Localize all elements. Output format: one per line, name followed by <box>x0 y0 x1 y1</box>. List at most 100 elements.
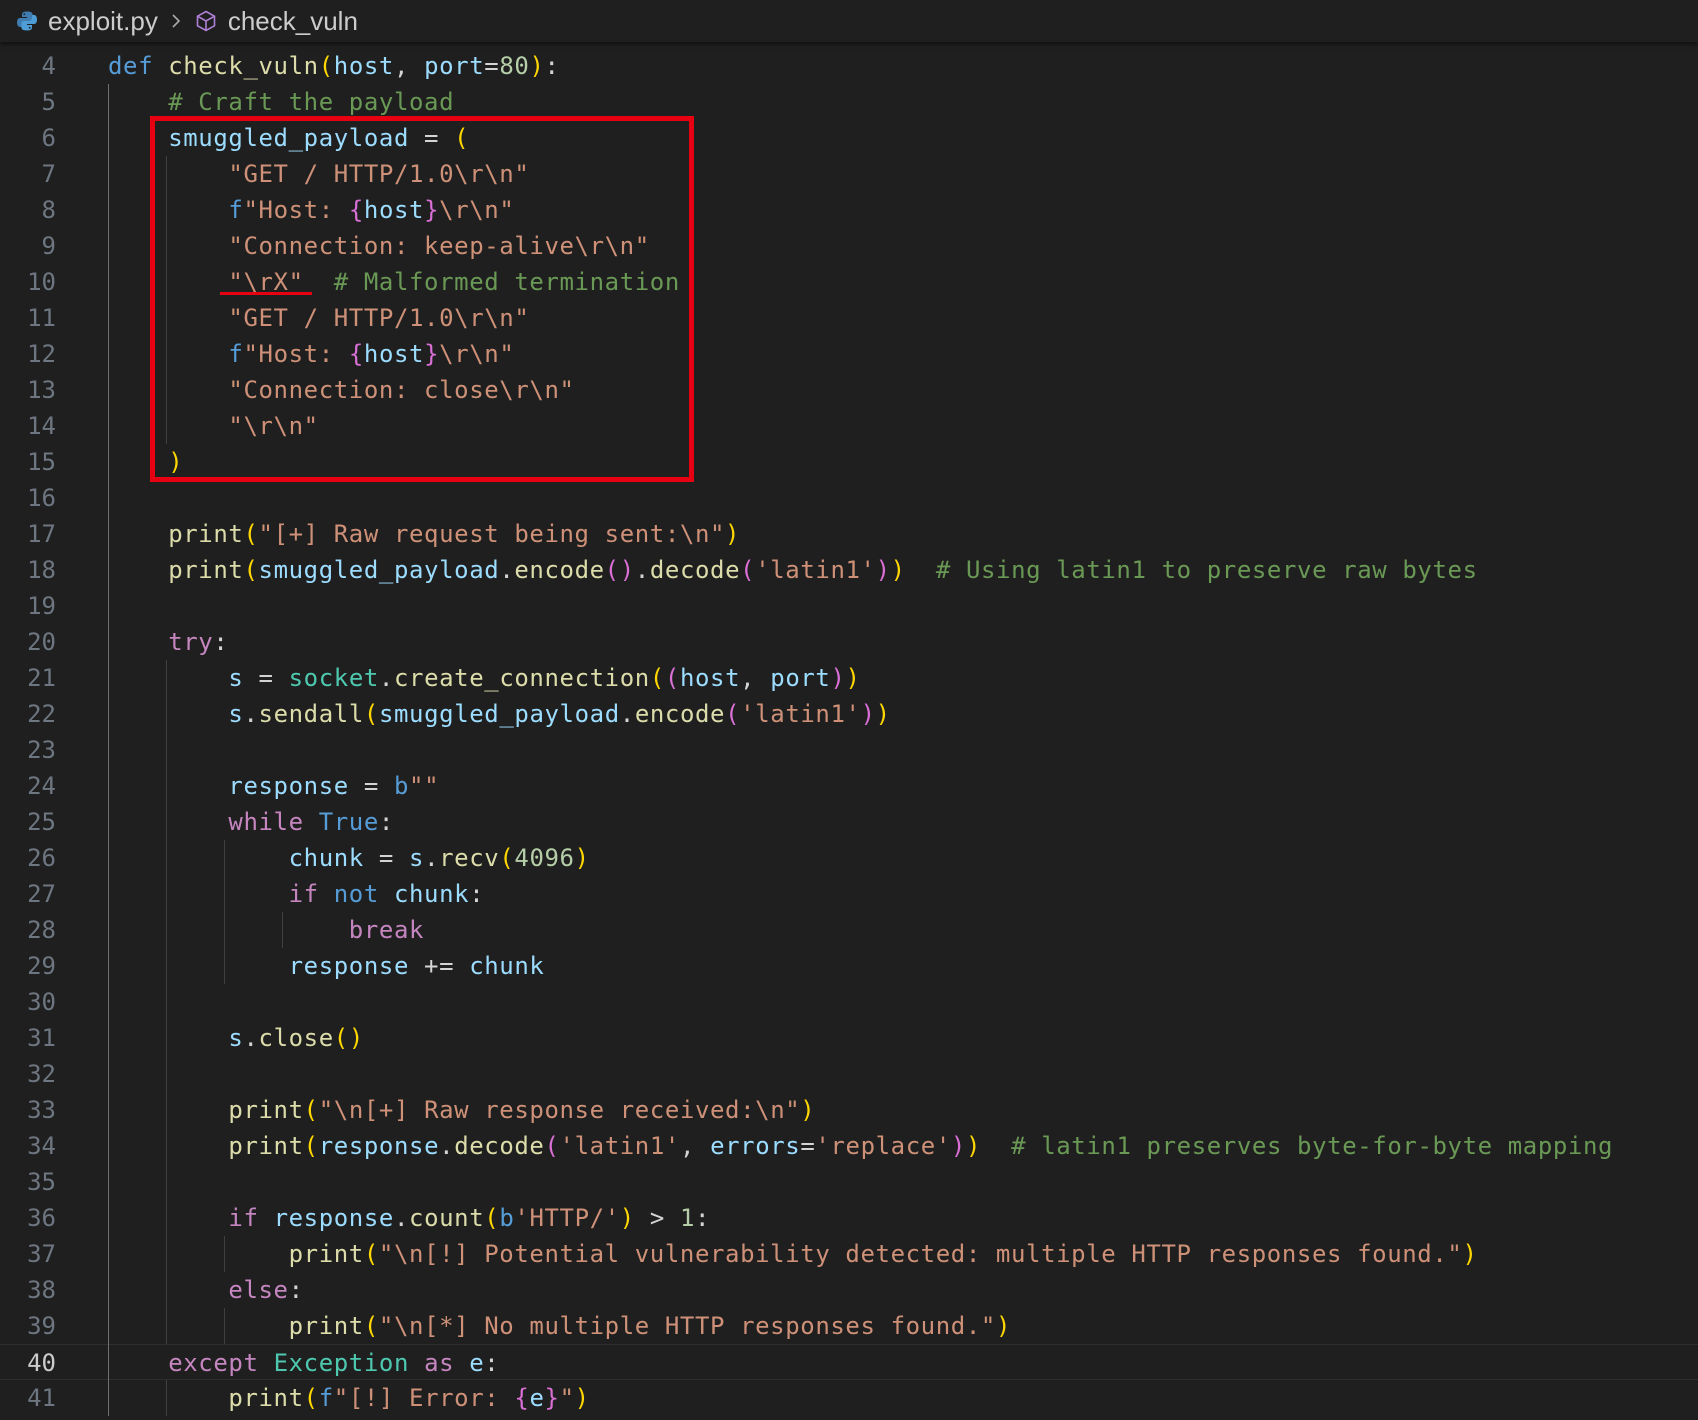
code-text[interactable]: response = b"" <box>108 768 439 804</box>
code-token: chunk <box>393 880 470 908</box>
code-token: check_vuln <box>168 52 319 80</box>
code-line[interactable]: 29 response += chunk <box>0 948 1698 984</box>
code-text[interactable]: else: <box>108 1272 304 1308</box>
indent-guide <box>224 1308 225 1344</box>
code-token: 1 <box>679 1204 696 1232</box>
code-line[interactable]: 16 <box>0 480 1698 516</box>
code-text[interactable]: print("[+] Raw request being sent:\n") <box>108 516 740 552</box>
breadcrumb-symbol[interactable]: check_vuln <box>194 6 358 37</box>
code-text[interactable]: # Craft the payload <box>108 84 454 120</box>
line-number: 41 <box>27 1384 56 1412</box>
code-text[interactable]: while True: <box>108 804 394 840</box>
code-line[interactable]: 22 s.sendall(smuggled_payload.encode('la… <box>0 696 1698 732</box>
code-token: Exception <box>273 1349 410 1377</box>
code-token: print <box>228 1384 304 1412</box>
code-token: if <box>288 880 334 908</box>
code-line[interactable]: 5 # Craft the payload <box>0 84 1698 120</box>
code-token: port <box>424 52 485 80</box>
line-number: 4 <box>41 52 56 80</box>
code-text[interactable]: print(smuggled_payload.encode().decode('… <box>108 552 1478 588</box>
code-text[interactable]: def check_vuln(host, port=80): <box>108 48 560 84</box>
code-token: s <box>228 664 244 692</box>
code-line[interactable]: 21 s = socket.create_connection((host, p… <box>0 660 1698 696</box>
line-number: 28 <box>27 916 56 944</box>
code-text[interactable]: s.sendall(smuggled_payload.encode('latin… <box>108 696 891 732</box>
code-line[interactable]: 31 s.close() <box>0 1020 1698 1056</box>
breadcrumb-file-label: exploit.py <box>48 5 158 36</box>
code-token: ) <box>995 1312 1011 1340</box>
code-line[interactable]: 25 while True: <box>0 804 1698 840</box>
code-text[interactable]: print(response.decode('latin1', errors='… <box>108 1128 1613 1164</box>
code-line[interactable]: 35 <box>0 1164 1698 1200</box>
code-line[interactable]: 38 else: <box>0 1272 1698 1308</box>
code-line[interactable]: 27 if not chunk: <box>0 876 1698 912</box>
code-text[interactable]: chunk = s.recv(4096) <box>108 840 590 876</box>
code-line[interactable]: 34 print(response.decode('latin1', error… <box>0 1128 1698 1164</box>
line-number: 31 <box>27 1024 56 1052</box>
code-text[interactable]: print("\n[*] No multiple HTTP responses … <box>108 1308 1011 1344</box>
code-line[interactable]: 30 <box>0 984 1698 1020</box>
code-line[interactable]: 4 def check_vuln(host, port=80): <box>0 48 1698 84</box>
code-line[interactable]: 40 except Exception as e: <box>0 1344 1698 1380</box>
breadcrumb-file[interactable]: exploit.py <box>0 6 158 37</box>
code-token: s <box>409 844 425 872</box>
code-line[interactable]: 32 <box>0 1056 1698 1092</box>
code-line[interactable]: 28 break <box>0 912 1698 948</box>
code-token: ( <box>740 556 756 584</box>
code-line[interactable]: 18 print(smuggled_payload.encode().decod… <box>0 552 1698 588</box>
indent-guide <box>166 1380 167 1416</box>
code-text[interactable]: break <box>108 912 424 948</box>
code-token: print <box>228 1132 304 1160</box>
code-token: True <box>318 808 379 836</box>
chevron-right-icon <box>168 10 184 32</box>
code-text[interactable]: try: <box>108 624 228 660</box>
code-line[interactable]: 36 if response.count(b'HTTP/') > 1: <box>0 1200 1698 1236</box>
code-line[interactable]: 37 print("\n[!] Potential vulnerability … <box>0 1236 1698 1272</box>
code-text[interactable]: if not chunk: <box>108 876 484 912</box>
code-token: chunk <box>469 952 545 980</box>
code-line[interactable]: 23 <box>0 732 1698 768</box>
code-token: ) <box>875 700 891 728</box>
highlight-annotation-box <box>150 116 694 482</box>
code-token: > <box>634 1204 680 1232</box>
code-text[interactable]: print("\n[+] Raw response received:\n") <box>108 1092 815 1128</box>
code-token: . <box>439 1132 455 1160</box>
code-token: () <box>604 556 635 584</box>
code-token: ) <box>529 52 545 80</box>
code-text[interactable]: except Exception as e: <box>108 1345 499 1381</box>
code-line[interactable]: 19 <box>0 588 1698 624</box>
code-text[interactable]: s = socket.create_connection((host, port… <box>108 660 861 696</box>
code-token: # Craft the payload <box>168 88 455 116</box>
code-line[interactable]: 17 print("[+] Raw request being sent:\n"… <box>0 516 1698 552</box>
code-token: 'replace' <box>815 1132 951 1160</box>
code-text[interactable]: if response.count(b'HTTP/') > 1: <box>108 1200 710 1236</box>
code-token: s <box>228 1024 244 1052</box>
code-line[interactable]: 20 try: <box>0 624 1698 660</box>
code-text[interactable]: s.close() <box>108 1020 364 1056</box>
code-token: print <box>288 1240 364 1268</box>
code-line[interactable]: 41 print(f"[!] Error: {e}") <box>0 1380 1698 1416</box>
code-line[interactable]: 39 print("\n[*] No multiple HTTP respons… <box>0 1308 1698 1344</box>
code-line[interactable]: 33 print("\n[+] Raw response received:\n… <box>0 1092 1698 1128</box>
breadcrumb-symbol-label: check_vuln <box>227 5 358 36</box>
code-text[interactable]: response += chunk <box>108 948 544 984</box>
code-token: def <box>108 52 169 80</box>
code-token: : <box>695 1204 711 1232</box>
line-number: 23 <box>27 736 56 764</box>
code-text[interactable]: print(f"[!] Error: {e}") <box>108 1380 590 1416</box>
code-line[interactable]: 26 chunk = s.recv(4096) <box>0 840 1698 876</box>
code-line[interactable]: 24 response = b"" <box>0 768 1698 804</box>
code-token: ) <box>619 1204 635 1232</box>
line-number: 40 <box>27 1349 56 1377</box>
code-text[interactable]: print("\n[!] Potential vulnerability det… <box>108 1236 1478 1272</box>
code-token: ) <box>890 556 906 584</box>
code-token: : <box>288 1276 304 1304</box>
code-token: response <box>228 772 349 800</box>
